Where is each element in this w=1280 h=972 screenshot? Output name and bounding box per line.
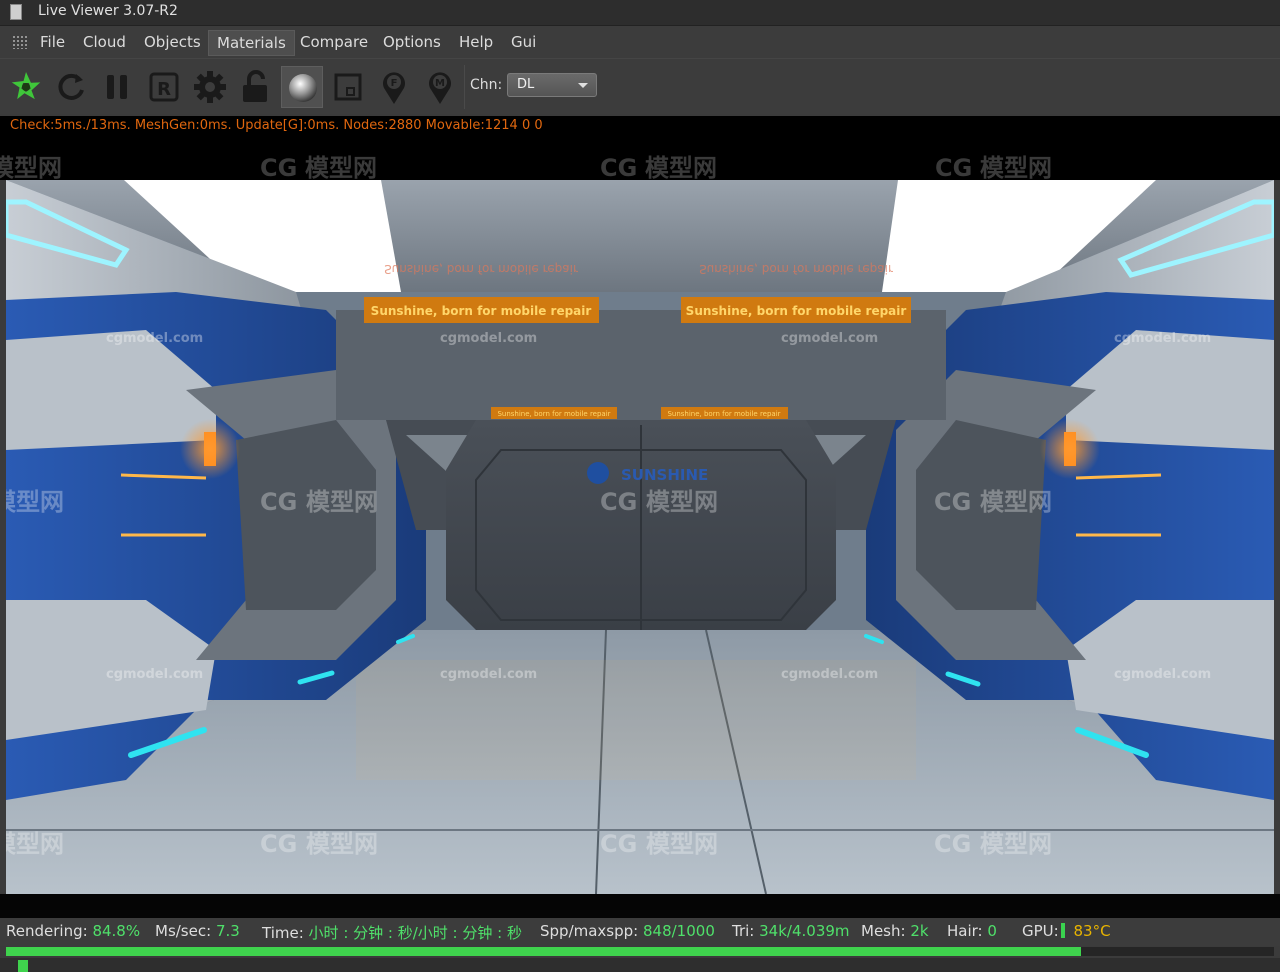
r-icon[interactable]: R xyxy=(143,66,185,108)
watermark-badge: CG xyxy=(260,154,297,180)
hair-stat: Hair: 0 xyxy=(947,922,997,940)
render-viewport[interactable]: SUNSHINE Sunshine, born for mobile repai… xyxy=(6,180,1274,894)
pause-icon[interactable] xyxy=(97,66,139,108)
channel-label: Chn: xyxy=(470,77,503,93)
svg-text:F: F xyxy=(391,78,398,89)
gear-icon[interactable] xyxy=(189,66,231,108)
svg-text:模型网: 模型网 xyxy=(980,488,1052,516)
svg-text:CG: CG xyxy=(260,488,297,516)
svg-text:cgmodel.com: cgmodel.com xyxy=(1114,667,1211,682)
svg-text:模型网: 模型网 xyxy=(306,830,378,858)
spp-stat: Spp/maxspp: 848/1000 xyxy=(540,922,715,940)
svg-text:模型网: 模型网 xyxy=(980,830,1052,858)
svg-text:CG: CG xyxy=(600,488,637,516)
grip-icon[interactable] xyxy=(12,35,28,49)
svg-text:模型网: 模型网 xyxy=(6,488,64,516)
menu-bar: File Cloud Objects Materials Compare Opt… xyxy=(0,26,1280,58)
channel-value: DL xyxy=(517,77,535,92)
info-bar: Check:5ms./13ms. MeshGen:0ms. Update[G]:… xyxy=(0,116,1280,180)
tri-stat: Tri: 34k/4.039m xyxy=(732,922,850,940)
svg-text:模型网: 模型网 xyxy=(646,830,718,858)
watermark-cn: 模型网 xyxy=(0,154,62,180)
viewport-bottom-strip xyxy=(0,894,1280,918)
refresh-icon[interactable] xyxy=(50,66,92,108)
menu-compare[interactable]: Compare xyxy=(292,30,376,56)
svg-text:cgmodel.com: cgmodel.com xyxy=(1114,331,1211,346)
menu-file[interactable]: File xyxy=(32,30,73,56)
title-bar: Live Viewer 3.07-R2 xyxy=(0,0,1280,26)
octane-logo-icon[interactable] xyxy=(5,66,47,108)
menu-gui[interactable]: Gui xyxy=(503,30,544,56)
app-icon xyxy=(10,4,22,20)
timeline-handle[interactable] xyxy=(18,960,28,972)
wall-logo-text: SUNSHINE xyxy=(621,466,708,484)
watermark-cn: 模型网 xyxy=(980,154,1052,180)
svg-text:R: R xyxy=(157,79,171,100)
back-header xyxy=(336,310,946,420)
gpu-load-bar xyxy=(1060,923,1065,938)
svg-text:cgmodel.com: cgmodel.com xyxy=(106,667,203,682)
rendering-stat: Rendering: 84.8% xyxy=(6,922,141,940)
sunshine-logo-icon xyxy=(587,462,609,484)
window-title: Live Viewer 3.07-R2 xyxy=(38,3,178,19)
sign-left-text: Sunshine, born for mobile repair xyxy=(371,304,592,318)
channel-select[interactable]: DL xyxy=(507,73,597,97)
ms-stat: Ms/sec: 7.3 xyxy=(155,922,240,940)
watermark-cn: 模型网 xyxy=(645,154,717,180)
material-sphere-icon[interactable] xyxy=(281,66,323,108)
svg-text:cgmodel.com: cgmodel.com xyxy=(781,331,878,346)
svg-text:模型网: 模型网 xyxy=(646,488,718,516)
corridor-render: SUNSHINE Sunshine, born for mobile repai… xyxy=(6,180,1274,894)
region-icon[interactable] xyxy=(327,66,369,108)
menu-help[interactable]: Help xyxy=(451,30,501,56)
status-bar: Rendering: 84.8% Ms/sec: 7.3 Time: 小时 : … xyxy=(0,918,1280,946)
timeline-ruler[interactable] xyxy=(0,958,1280,972)
chevron-down-icon xyxy=(578,83,588,88)
sign-reflection-right: Sunshine, born for mobile repair xyxy=(699,262,893,276)
gpu-stat: GPU: 83°C xyxy=(1022,922,1111,940)
sign-small-left-text: Sunshine, born for mobile repair xyxy=(497,410,610,418)
watermark-cn: 模型网 xyxy=(305,154,377,180)
sign-small-right-text: Sunshine, born for mobile repair xyxy=(667,410,780,418)
svg-text:M: M xyxy=(435,78,445,89)
menu-objects[interactable]: Objects xyxy=(136,30,209,56)
svg-text:CG: CG xyxy=(934,488,971,516)
sign-reflection-left: Sunshine, born for mobile repair xyxy=(384,262,578,276)
toolbar-separator xyxy=(464,65,465,109)
menu-options[interactable]: Options xyxy=(375,30,449,56)
watermark-badge: CG xyxy=(935,154,972,180)
svg-text:CG: CG xyxy=(260,830,297,858)
svg-text:CG: CG xyxy=(934,830,971,858)
svg-text:CG: CG xyxy=(600,830,637,858)
svg-text:cgmodel.com: cgmodel.com xyxy=(781,667,878,682)
mesh-stat: Mesh: 2k xyxy=(861,922,929,940)
svg-text:模型网: 模型网 xyxy=(6,830,64,858)
menu-cloud[interactable]: Cloud xyxy=(75,30,134,56)
live-viewer-window: Live Viewer 3.07-R2 File Cloud Objects M… xyxy=(0,0,1280,972)
f-pin-icon[interactable]: F xyxy=(373,66,415,108)
render-progress-bar xyxy=(6,947,1274,956)
watermark-badge: CG xyxy=(600,154,637,180)
m-pin-icon[interactable]: M xyxy=(419,66,461,108)
menu-materials[interactable]: Materials xyxy=(208,30,295,56)
time-stat: Time: 小时 : 分钟 : 秒/小时 : 分钟 : 秒 xyxy=(262,924,522,942)
svg-text:cgmodel.com: cgmodel.com xyxy=(106,331,203,346)
svg-text:cgmodel.com: cgmodel.com xyxy=(440,331,537,346)
render-progress-fill xyxy=(6,947,1082,956)
sign-right-text: Sunshine, born for mobile repair xyxy=(686,304,907,318)
lock-icon[interactable] xyxy=(235,66,277,108)
watermark-row-top: 模型网 CG 模型网 CG 模型网 CG 模型网 xyxy=(0,154,1052,180)
svg-text:模型网: 模型网 xyxy=(306,488,378,516)
toolbar: R F M Chn: DL xyxy=(0,58,1280,114)
svg-text:cgmodel.com: cgmodel.com xyxy=(440,667,537,682)
